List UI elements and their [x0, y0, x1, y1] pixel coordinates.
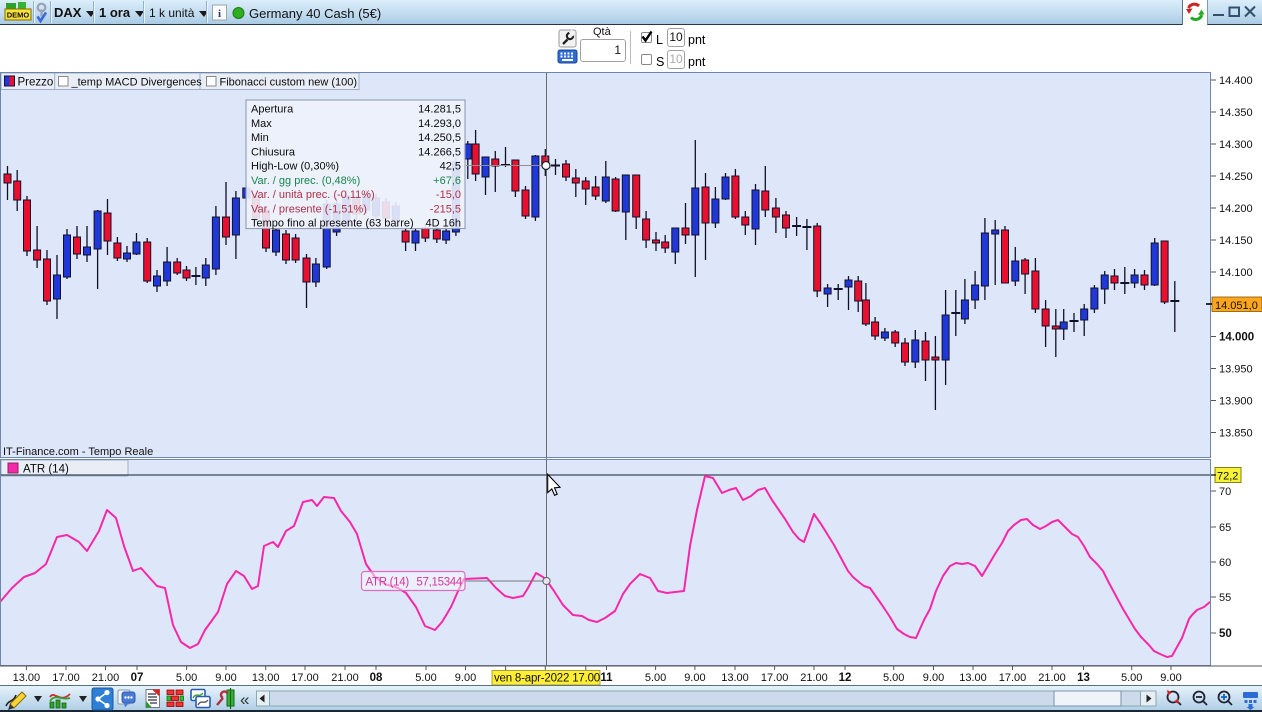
- svg-text:08: 08: [370, 672, 383, 684]
- svg-text:21.00: 21.00: [1038, 672, 1066, 684]
- svg-text:21.00: 21.00: [800, 672, 828, 684]
- svg-text:13: 13: [1077, 672, 1090, 684]
- svg-text:14.200: 14.200: [1219, 203, 1253, 215]
- svg-text:21.00: 21.00: [331, 672, 359, 684]
- svg-text:14.350: 14.350: [1219, 107, 1253, 119]
- svg-text:Chiusura: Chiusura: [251, 146, 296, 158]
- svg-text:57,15344: 57,15344: [416, 577, 462, 589]
- svg-text:50: 50: [1219, 628, 1232, 640]
- svg-text:-215,5: -215,5: [430, 203, 461, 215]
- svg-text:17.00: 17.00: [999, 672, 1027, 684]
- svg-text:13.00: 13.00: [252, 672, 280, 684]
- svg-text:55: 55: [1219, 592, 1231, 604]
- svg-text:Var. / gg prec. (0,48%): Var. / gg prec. (0,48%): [251, 175, 360, 187]
- svg-text:14.281,5: 14.281,5: [418, 104, 461, 116]
- svg-text:Fibonacci custom new (100): Fibonacci custom new (100): [220, 77, 358, 89]
- svg-text:14.150: 14.150: [1219, 235, 1253, 247]
- svg-text:21.00: 21.00: [92, 672, 120, 684]
- svg-text:9.00: 9.00: [923, 672, 944, 684]
- svg-text:11: 11: [600, 672, 613, 684]
- svg-text:Max: Max: [251, 118, 272, 130]
- svg-text:14.250: 14.250: [1219, 171, 1253, 183]
- svg-text:14.100: 14.100: [1219, 267, 1253, 279]
- svg-text:72,2: 72,2: [1217, 471, 1238, 483]
- svg-text:14.051,0: 14.051,0: [1215, 300, 1258, 312]
- svg-text:5.00: 5.00: [883, 672, 904, 684]
- svg-text:Var. / presente (-1,51%): Var. / presente (-1,51%): [251, 203, 367, 215]
- svg-text:ATR (14): ATR (14): [23, 464, 69, 476]
- svg-text:14.250,5: 14.250,5: [418, 132, 461, 144]
- svg-text:IT-Finance.com - Tempo Reale: IT-Finance.com - Tempo Reale: [3, 446, 153, 458]
- svg-text:_temp MACD Divergences: _temp MACD Divergences: [71, 77, 203, 89]
- svg-text:65: 65: [1219, 522, 1231, 534]
- svg-text:42,5: 42,5: [440, 161, 461, 173]
- svg-text:High-Low (0,30%): High-Low (0,30%): [251, 161, 339, 173]
- svg-text:13.00: 13.00: [959, 672, 987, 684]
- svg-text:Min: Min: [251, 132, 269, 144]
- svg-text:5.00: 5.00: [645, 672, 666, 684]
- svg-text:ATR (14): ATR (14): [366, 577, 410, 589]
- svg-text:4D 16h: 4D 16h: [426, 218, 461, 230]
- svg-text:5.00: 5.00: [415, 672, 436, 684]
- svg-text:14.300: 14.300: [1219, 139, 1253, 151]
- svg-text:Prezzo: Prezzo: [18, 77, 54, 89]
- svg-text:ven 8-apr-2022 17.00: ven 8-apr-2022 17.00: [494, 673, 600, 685]
- svg-text:+67,6: +67,6: [433, 175, 461, 187]
- svg-text:9.00: 9.00: [684, 672, 705, 684]
- svg-text:«: «: [240, 690, 249, 709]
- svg-text:14.000: 14.000: [1219, 332, 1254, 344]
- svg-text:13.00: 13.00: [721, 672, 749, 684]
- svg-text:14.400: 14.400: [1219, 75, 1253, 87]
- svg-text:13.950: 13.950: [1219, 364, 1253, 376]
- svg-text:17.00: 17.00: [761, 672, 789, 684]
- svg-text:9.00: 9.00: [215, 672, 236, 684]
- svg-text:13.850: 13.850: [1219, 428, 1253, 440]
- svg-text:5.00: 5.00: [176, 672, 197, 684]
- svg-text:Apertura: Apertura: [251, 104, 294, 116]
- svg-text:12: 12: [839, 672, 852, 684]
- svg-text:-15,0: -15,0: [436, 189, 461, 201]
- svg-text:14.266,5: 14.266,5: [418, 146, 461, 158]
- svg-text:07: 07: [131, 672, 144, 684]
- svg-text:Tempo fino al presente (63 bar: Tempo fino al presente (63 barre): [251, 218, 414, 230]
- svg-text:9.00: 9.00: [1160, 672, 1181, 684]
- svg-text:5.00: 5.00: [1121, 672, 1142, 684]
- svg-text:13.00: 13.00: [13, 672, 41, 684]
- svg-text:14.293,0: 14.293,0: [418, 118, 461, 130]
- svg-text:60: 60: [1219, 557, 1231, 569]
- svg-text:17.00: 17.00: [52, 672, 80, 684]
- svg-text:17.00: 17.00: [291, 672, 319, 684]
- svg-text:70: 70: [1219, 486, 1231, 498]
- svg-text:13.900: 13.900: [1219, 396, 1253, 408]
- svg-text:Var. / unità prec. (-0,11%): Var. / unità prec. (-0,11%): [251, 189, 375, 201]
- svg-text:9.00: 9.00: [455, 672, 476, 684]
